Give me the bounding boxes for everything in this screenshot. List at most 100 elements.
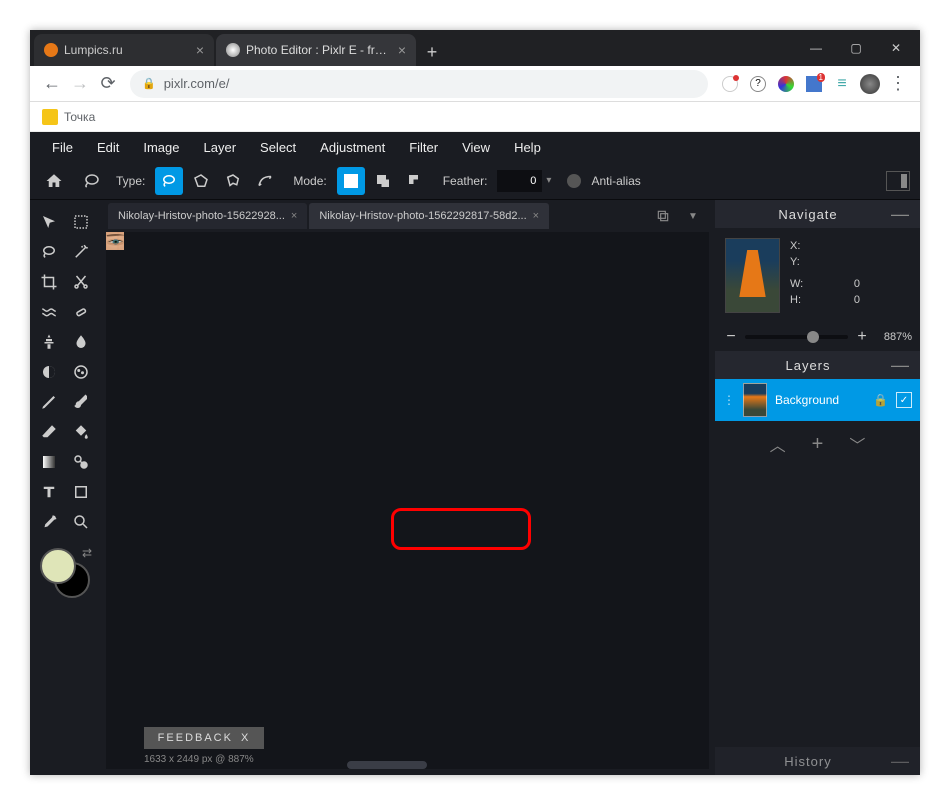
tool-move[interactable]	[34, 208, 64, 236]
zoom-in-button[interactable]: +	[854, 328, 870, 346]
tool-liquify[interactable]	[34, 298, 64, 326]
feedback-close[interactable]: X	[241, 732, 250, 744]
tool-crop[interactable]	[34, 268, 64, 296]
ext-icon-4[interactable]: 1	[803, 73, 825, 95]
panel-toggle-button[interactable]	[886, 171, 910, 191]
menu-help[interactable]: Help	[504, 136, 551, 159]
tool-heal[interactable]	[66, 298, 96, 326]
doc-dropdown[interactable]: ▼	[679, 202, 707, 230]
tool-eraser[interactable]	[34, 418, 64, 446]
color-swatches[interactable]: ⇄	[40, 548, 90, 598]
tool-cut[interactable]	[66, 268, 96, 296]
profile-avatar[interactable]	[859, 73, 881, 95]
document-tab-2[interactable]: Nikolay-Hristov-photo-1562292817-58d2...…	[309, 203, 549, 229]
type-freehand-button[interactable]	[155, 167, 183, 195]
canvas[interactable]: FEEDBACK X 1633 x 2449 px @ 887%	[106, 232, 709, 769]
ext-icon-2[interactable]: ?	[747, 73, 769, 95]
swap-colors-icon[interactable]: ⇄	[82, 546, 92, 560]
layer-add-button[interactable]: +	[812, 433, 824, 456]
type-bezier-button[interactable]	[251, 167, 279, 195]
panel-minimize-icon[interactable]: —	[891, 355, 910, 376]
tool-replace-color[interactable]	[66, 448, 96, 476]
tool-blur[interactable]	[66, 328, 96, 356]
tool-zoom[interactable]	[66, 508, 96, 536]
address-bar[interactable]: 🔒 pixlr.com/e/	[130, 70, 708, 98]
type-polygon-button[interactable]	[187, 167, 215, 195]
zoom-out-button[interactable]: −	[723, 328, 739, 346]
fg-color-swatch[interactable]	[40, 548, 76, 584]
layer-visibility-checkbox[interactable]: ✓	[896, 392, 912, 408]
panel-minimize-icon[interactable]: —	[891, 751, 910, 772]
tool-dodge[interactable]	[34, 358, 64, 386]
menubar: File Edit Image Layer Select Adjustment …	[30, 132, 920, 162]
feedback-button[interactable]: FEEDBACK X	[144, 727, 264, 749]
status-bar: 1633 x 2449 px @ 887%	[144, 754, 254, 765]
tool-fill[interactable]	[66, 418, 96, 446]
tool-pen[interactable]	[34, 388, 64, 416]
layer-drag-handle[interactable]: ⋮	[723, 393, 735, 407]
ext-icon-reader[interactable]: ≡	[831, 73, 853, 95]
window-minimize-button[interactable]: —	[796, 32, 836, 64]
menu-view[interactable]: View	[452, 136, 500, 159]
tool-lasso[interactable]	[34, 238, 64, 266]
navigate-panel-header[interactable]: Navigate —	[715, 200, 920, 228]
zoom-knob[interactable]	[807, 331, 819, 343]
menu-adjustment[interactable]: Adjustment	[310, 136, 395, 159]
window-maximize-button[interactable]: ▢	[836, 32, 876, 64]
nav-reload-button[interactable]: ⟳	[94, 70, 122, 98]
home-button[interactable]	[40, 167, 68, 195]
history-panel-header[interactable]: History —	[715, 747, 920, 775]
tool-wand[interactable]	[66, 238, 96, 266]
menu-layer[interactable]: Layer	[194, 136, 247, 159]
horizontal-scrollbar[interactable]	[347, 761, 427, 769]
mode-label: Mode:	[293, 174, 326, 188]
doc-tab-label: Nikolay-Hristov-photo-1562292817-58d2...	[319, 210, 526, 222]
layer-background[interactable]: ⋮ Background 🔒 ✓	[715, 379, 920, 421]
nav-back-button[interactable]: ←	[38, 70, 66, 98]
browser-menu-button[interactable]: ⋮	[884, 70, 912, 98]
menu-edit[interactable]: Edit	[87, 136, 129, 159]
doc-close-icon[interactable]: ×	[291, 210, 297, 222]
document-tab-1[interactable]: Nikolay-Hristov-photo-15622928... ×	[108, 203, 307, 229]
mode-add-button[interactable]	[369, 167, 397, 195]
nav-forward-button[interactable]: →	[66, 70, 94, 98]
navigator-thumbnail[interactable]	[725, 238, 780, 313]
tab-close-icon[interactable]: ×	[196, 42, 204, 58]
mode-subtract-button[interactable]	[401, 167, 429, 195]
browser-tab-pixlr[interactable]: Photo Editor : Pixlr E - free image ×	[216, 34, 416, 66]
window-close-button[interactable]: ✕	[876, 32, 916, 64]
tool-text[interactable]	[34, 478, 64, 506]
tab-close-icon[interactable]: ×	[398, 42, 406, 58]
panel-minimize-icon[interactable]: —	[891, 204, 910, 225]
layer-up-button[interactable]: ︿	[770, 432, 786, 456]
tool-brush[interactable]	[66, 388, 96, 416]
ext-icon-3[interactable]	[775, 73, 797, 95]
tool-gradient[interactable]	[34, 448, 64, 476]
doc-window-menu[interactable]	[649, 202, 677, 230]
new-tab-button[interactable]: +	[418, 38, 446, 66]
menu-file[interactable]: File	[42, 136, 83, 159]
tool-shape[interactable]	[66, 478, 96, 506]
layer-down-button[interactable]: ﹀	[849, 432, 865, 456]
menu-select[interactable]: Select	[250, 136, 306, 159]
zoom-slider[interactable]	[745, 335, 848, 339]
layer-lock-icon[interactable]: 🔒	[873, 393, 888, 407]
browser-tab-lumpics[interactable]: Lumpics.ru ×	[34, 34, 214, 66]
tool-clone[interactable]	[34, 328, 64, 356]
lasso-group-icon[interactable]	[78, 167, 106, 195]
ext-icon-1[interactable]	[719, 73, 741, 95]
tool-marquee[interactable]	[66, 208, 96, 236]
menu-image[interactable]: Image	[133, 136, 189, 159]
layers-panel-header[interactable]: Layers —	[715, 351, 920, 379]
mode-new-button[interactable]	[337, 167, 365, 195]
layer-name[interactable]: Background	[775, 393, 865, 407]
feather-input[interactable]	[497, 170, 542, 192]
antialias-toggle[interactable]: Anti-alias	[567, 174, 646, 188]
menu-filter[interactable]: Filter	[399, 136, 448, 159]
bookmark-folder[interactable]: Точка	[42, 109, 95, 125]
tool-eyedrop[interactable]	[34, 508, 64, 536]
tool-sponge[interactable]	[66, 358, 96, 386]
type-magnetic-button[interactable]	[219, 167, 247, 195]
layer-thumbnail[interactable]	[743, 383, 767, 417]
doc-close-icon[interactable]: ×	[533, 210, 539, 222]
